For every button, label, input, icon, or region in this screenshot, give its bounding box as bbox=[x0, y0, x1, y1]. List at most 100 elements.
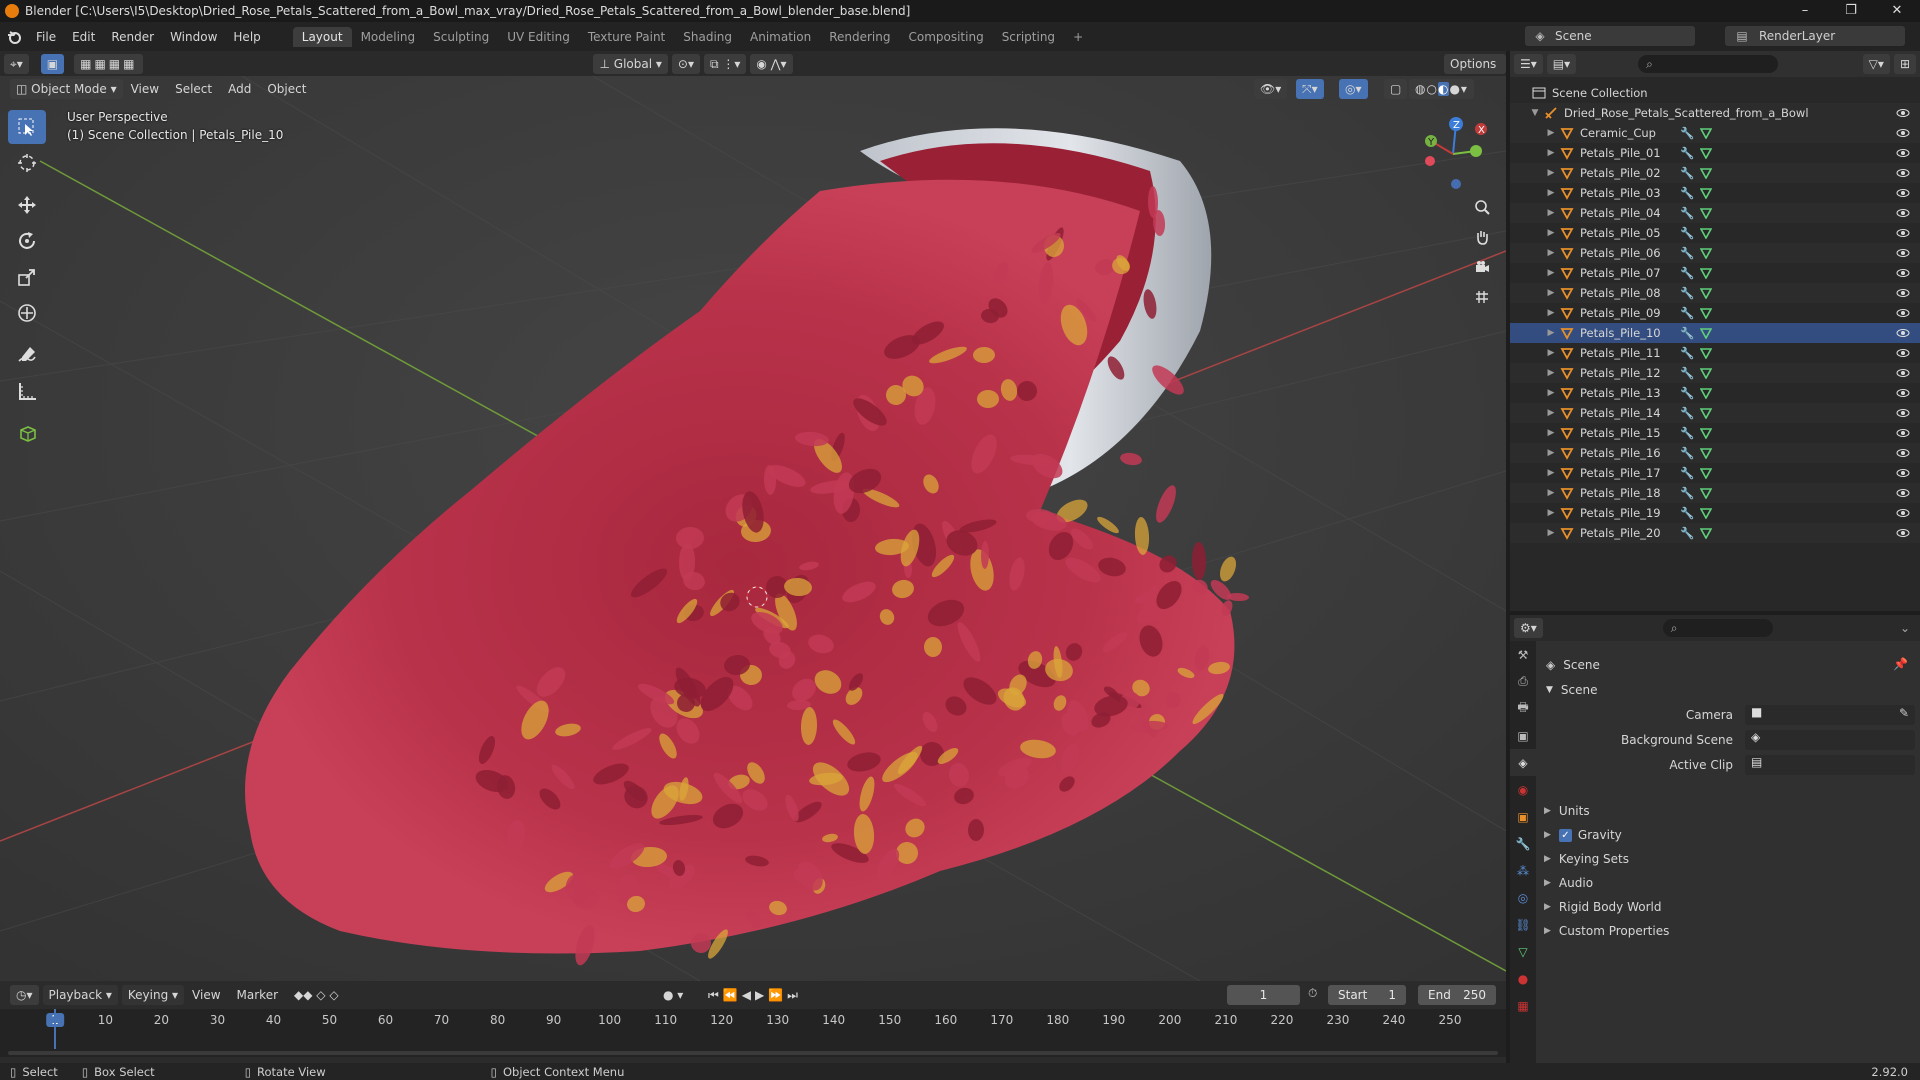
expand-arrow-icon[interactable]: ▶ bbox=[1546, 408, 1556, 418]
minimize-button[interactable]: – bbox=[1782, 0, 1828, 22]
add-cube-tool-icon[interactable] bbox=[8, 416, 46, 450]
texture-tab-icon[interactable]: ▦ bbox=[1510, 992, 1536, 1019]
current-frame-field[interactable]: 1 bbox=[1227, 985, 1300, 1005]
options-dropdown[interactable]: Options ▾ bbox=[1444, 53, 1506, 91]
modifier-icon[interactable]: 🔧 bbox=[1680, 186, 1694, 200]
measure-tool-icon[interactable] bbox=[8, 374, 46, 408]
modifier-icon[interactable]: 🔧 bbox=[1680, 146, 1694, 160]
visibility-eye-icon[interactable] bbox=[1896, 286, 1910, 300]
mesh-data-icon[interactable] bbox=[1700, 307, 1713, 319]
background-scene-field[interactable]: ◈ bbox=[1745, 730, 1915, 750]
modifier-icon[interactable]: 🔧 bbox=[1680, 226, 1694, 240]
expand-arrow-icon[interactable]: ▶ bbox=[1546, 448, 1556, 458]
expand-arrow-icon[interactable]: ▶ bbox=[1546, 128, 1556, 138]
visibility-eye-icon[interactable] bbox=[1896, 366, 1910, 380]
new-collection-icon[interactable]: ⊞ bbox=[1893, 54, 1916, 74]
pin-icon[interactable]: 📌 bbox=[1893, 657, 1908, 671]
expand-arrow-icon[interactable]: ▶ bbox=[1546, 168, 1556, 178]
end-frame-field[interactable]: End 250 bbox=[1418, 985, 1496, 1005]
keyframe-icons[interactable]: ◆◆ ◇ ◇ bbox=[286, 985, 347, 1005]
world-tab-icon[interactable]: ◉ bbox=[1510, 776, 1536, 803]
timeline-menu-playback[interactable]: Playback ▾ bbox=[42, 985, 118, 1005]
visibility-eye-icon[interactable] bbox=[1896, 106, 1910, 120]
modifier-icon[interactable]: 🔧 bbox=[1680, 306, 1694, 320]
expand-arrow-icon[interactable]: ▶ bbox=[1546, 348, 1556, 358]
property-section-gravity[interactable]: ▶ ✓ Gravity bbox=[1544, 825, 1622, 845]
record-icon[interactable]: ● ▾ bbox=[655, 985, 691, 1005]
visibility-eye-icon[interactable] bbox=[1896, 486, 1910, 500]
mesh-data-icon[interactable] bbox=[1700, 467, 1713, 479]
ortho-grid-icon[interactable] bbox=[1469, 284, 1495, 310]
outliner-object-row[interactable]: ▶ Petals_Pile_19 🔧 bbox=[1510, 503, 1920, 523]
tab-rendering[interactable]: Rendering bbox=[820, 27, 899, 47]
menu-window[interactable]: Window bbox=[162, 26, 225, 48]
mesh-data-icon[interactable] bbox=[1700, 187, 1713, 199]
view-layer-tab-icon[interactable]: ▣ bbox=[1510, 722, 1536, 749]
modifier-icon[interactable]: 🔧 bbox=[1680, 266, 1694, 280]
outliner-object-row[interactable]: ▶ Petals_Pile_10 🔧 bbox=[1510, 323, 1920, 343]
expand-arrow-icon[interactable]: ▶ bbox=[1546, 388, 1556, 398]
outliner-object-row[interactable]: ▶ Petals_Pile_12 🔧 bbox=[1510, 363, 1920, 383]
expand-arrow-icon[interactable]: ▶ bbox=[1546, 268, 1556, 278]
particles-tab-icon[interactable]: ⁂ bbox=[1510, 857, 1536, 884]
properties-editor-type-icon[interactable]: ⚙▾ bbox=[1514, 618, 1543, 638]
visibility-eye-icon[interactable] bbox=[1896, 306, 1910, 320]
proportional-edit-icon[interactable]: ◉ ⋀▾ bbox=[750, 53, 793, 74]
outliner-object-row[interactable]: ▶ Petals_Pile_11 🔧 bbox=[1510, 343, 1920, 363]
modifier-icon[interactable]: 🔧 bbox=[1680, 386, 1694, 400]
visibility-eye-icon[interactable] bbox=[1896, 386, 1910, 400]
expand-arrow-icon[interactable]: ▶ bbox=[1546, 308, 1556, 318]
camera-field[interactable]: ■ ✎ bbox=[1745, 705, 1915, 725]
outliner-search-input[interactable]: ⌕ bbox=[1638, 55, 1779, 73]
gravity-checkbox[interactable]: ✓ bbox=[1558, 828, 1572, 842]
close-button[interactable]: ✕ bbox=[1874, 0, 1920, 22]
visibility-eye-icon[interactable] bbox=[1896, 246, 1910, 260]
modifier-icon[interactable]: 🔧 bbox=[1680, 466, 1694, 480]
tab-sculpting[interactable]: Sculpting bbox=[424, 27, 498, 47]
modifier-icon[interactable]: 🔧 bbox=[1680, 246, 1694, 260]
visibility-eye-icon[interactable] bbox=[1896, 186, 1910, 200]
physics-tab-icon[interactable]: ◎ bbox=[1510, 884, 1536, 911]
modifier-icon[interactable]: 🔧 bbox=[1680, 526, 1694, 540]
visibility-eye-icon[interactable] bbox=[1896, 266, 1910, 280]
menu-edit[interactable]: Edit bbox=[64, 26, 103, 48]
properties-search-input[interactable]: ⌕ bbox=[1662, 619, 1773, 637]
outliner-object-row[interactable]: ▶ Petals_Pile_20 🔧 bbox=[1510, 523, 1920, 543]
modifier-icon[interactable]: 🔧 bbox=[1680, 446, 1694, 460]
scene-panel-header[interactable]: ▼ Scene bbox=[1546, 680, 1598, 700]
property-section-audio[interactable]: ▶ Audio bbox=[1544, 873, 1593, 893]
scene-collection-row[interactable]: Scene Collection bbox=[1510, 83, 1920, 103]
scene-tab-icon[interactable]: ◈ bbox=[1510, 749, 1536, 776]
chevron-down-icon[interactable]: ⌄ bbox=[1900, 621, 1910, 635]
viewport-menu-add[interactable]: Add bbox=[220, 79, 259, 99]
gizmo-toggle-icon[interactable]: ⤧▾ bbox=[1296, 78, 1324, 99]
mesh-data-icon[interactable] bbox=[1700, 507, 1713, 519]
tab-layout[interactable]: Layout bbox=[292, 26, 352, 47]
shading-modes-icon[interactable]: ◍○◐●▾ bbox=[1409, 78, 1474, 99]
expand-arrow-icon[interactable]: ▶ bbox=[1546, 148, 1556, 158]
add-workspace-icon[interactable]: + bbox=[1064, 27, 1092, 47]
annotate-tool-icon[interactable] bbox=[8, 338, 46, 372]
tab-modeling[interactable]: Modeling bbox=[352, 27, 425, 47]
menu-help[interactable]: Help bbox=[225, 26, 268, 48]
outliner-object-row[interactable]: ▶ Petals_Pile_18 🔧 bbox=[1510, 483, 1920, 503]
mesh-data-icon[interactable] bbox=[1700, 267, 1713, 279]
modifier-tab-icon[interactable]: 🔧 bbox=[1510, 830, 1536, 857]
modifier-icon[interactable]: 🔧 bbox=[1680, 286, 1694, 300]
outliner-object-row[interactable]: ▶ Petals_Pile_17 🔧 bbox=[1510, 463, 1920, 483]
visibility-eye-icon[interactable] bbox=[1896, 526, 1910, 540]
camera-view-icon[interactable] bbox=[1469, 254, 1495, 280]
modifier-icon[interactable]: 🔧 bbox=[1680, 426, 1694, 440]
outliner-object-row[interactable]: ▶ Petals_Pile_02 🔧 bbox=[1510, 163, 1920, 183]
xray-icon[interactable]: ▢ bbox=[1384, 78, 1408, 99]
visibility-eye-icon[interactable] bbox=[1896, 426, 1910, 440]
scene-selector[interactable]: ◈ Scene bbox=[1525, 26, 1695, 46]
active-clip-field[interactable]: ▤ bbox=[1745, 755, 1915, 775]
transform-tool-icon[interactable] bbox=[8, 296, 46, 330]
outliner-object-row[interactable]: ▶ Petals_Pile_07 🔧 bbox=[1510, 263, 1920, 283]
modifier-icon[interactable]: 🔧 bbox=[1680, 326, 1694, 340]
expand-arrow-icon[interactable]: ▶ bbox=[1546, 428, 1556, 438]
menu-render[interactable]: Render bbox=[103, 26, 162, 48]
modifier-icon[interactable]: 🔧 bbox=[1680, 486, 1694, 500]
overlays-icon[interactable]: ◎▾ bbox=[1339, 78, 1368, 99]
